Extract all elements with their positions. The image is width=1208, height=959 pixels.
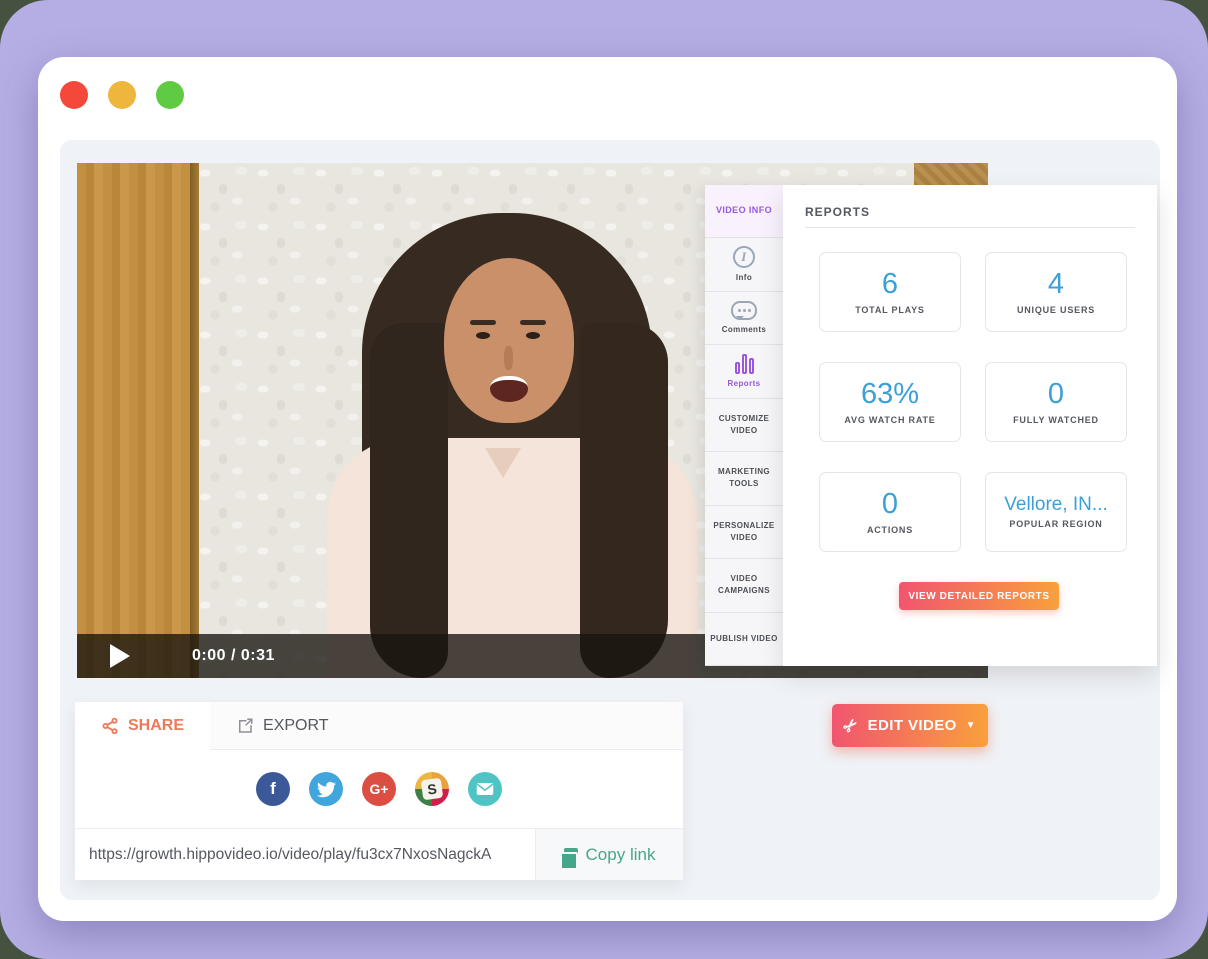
close-window-button[interactable] bbox=[60, 81, 88, 109]
edit-video-button[interactable]: ✂ EDIT VIDEO ▼ bbox=[832, 704, 988, 747]
sidebar-item-reports[interactable]: Reports bbox=[705, 345, 783, 398]
facebook-icon[interactable]: f bbox=[256, 772, 290, 806]
stats-grid: 6 TOTAL PLAYS 4 UNIQUE USERS 63% AVG WAT… bbox=[819, 252, 1157, 552]
sidebar-item-video-info[interactable]: VIDEO INFO bbox=[705, 185, 783, 238]
fully-watched-label: FULLY WATCHED bbox=[1013, 415, 1099, 425]
copy-icon bbox=[564, 848, 578, 862]
video-scene-door-frame bbox=[190, 163, 199, 678]
avg-watch-rate-value: 63% bbox=[861, 379, 919, 411]
total-plays-label: TOTAL PLAYS bbox=[855, 305, 924, 315]
popular-region-value: Vellore, IN... bbox=[1004, 495, 1108, 516]
comments-icon bbox=[731, 301, 757, 320]
sidebar-item-comments[interactable]: Comments bbox=[705, 292, 783, 345]
tab-export[interactable]: EXPORT bbox=[210, 702, 355, 749]
purple-backdrop: 0:00 / 0:31 VIDEO INFO i Info Comments R… bbox=[0, 0, 1208, 959]
sidebar-item-video-campaigns[interactable]: VIDEO CAMPAIGNS bbox=[705, 559, 783, 612]
unique-users-label: UNIQUE USERS bbox=[1017, 305, 1095, 315]
share-icon bbox=[101, 717, 119, 735]
reports-divider bbox=[805, 227, 1135, 228]
view-detailed-reports-button[interactable]: VIEW DETAILED REPORTS bbox=[899, 582, 1059, 610]
stat-card-popular-region: Vellore, IN... POPULAR REGION bbox=[985, 472, 1127, 552]
reports-bar-chart-icon bbox=[735, 354, 754, 374]
twitter-icon[interactable] bbox=[309, 772, 343, 806]
reports-panel-title: REPORTS bbox=[805, 205, 1135, 219]
video-time-display: 0:00 / 0:31 bbox=[192, 647, 275, 665]
sidebar-item-customize-video[interactable]: CUSTOMIZE VIDEO bbox=[705, 399, 783, 452]
reports-panel: REPORTS 6 TOTAL PLAYS 4 UNIQUE USERS 63%… bbox=[783, 185, 1157, 666]
total-plays-value: 6 bbox=[882, 269, 898, 301]
stat-card-avg-watch-rate: 63% AVG WATCH RATE bbox=[819, 362, 961, 442]
popular-region-label: POPULAR REGION bbox=[1009, 519, 1102, 529]
slack-icon[interactable]: S bbox=[415, 772, 449, 806]
unique-users-value: 4 bbox=[1048, 269, 1064, 301]
share-url-input[interactable] bbox=[75, 829, 535, 880]
stat-card-total-plays: 6 TOTAL PLAYS bbox=[819, 252, 961, 332]
export-icon bbox=[236, 717, 254, 735]
actions-label: ACTIONS bbox=[867, 525, 913, 535]
chevron-down-icon: ▼ bbox=[966, 720, 976, 731]
scissors-icon: ✂ bbox=[839, 713, 864, 738]
share-panel: SHARE EXPORT f bbox=[75, 702, 683, 880]
social-share-row: f G+ S bbox=[75, 750, 683, 828]
avg-watch-rate-label: AVG WATCH RATE bbox=[844, 415, 935, 425]
maximize-window-button[interactable] bbox=[156, 81, 184, 109]
video-info-sidebar: VIDEO INFO i Info Comments Reports CUSTO… bbox=[705, 185, 783, 666]
actions-value: 0 bbox=[882, 489, 898, 521]
sidebar-item-publish-video[interactable]: PUBLISH VIDEO bbox=[705, 613, 783, 666]
sidebar-item-info[interactable]: i Info bbox=[705, 238, 783, 291]
email-icon[interactable] bbox=[468, 772, 502, 806]
info-icon: i bbox=[733, 246, 755, 268]
stat-card-actions: 0 ACTIONS bbox=[819, 472, 961, 552]
fully-watched-value: 0 bbox=[1048, 379, 1064, 411]
copy-link-button[interactable]: Copy link bbox=[535, 829, 683, 880]
tab-share[interactable]: SHARE bbox=[75, 702, 210, 750]
sidebar-item-personalize-video[interactable]: PERSONALIZE VIDEO bbox=[705, 506, 783, 559]
share-url-row: Copy link bbox=[75, 828, 683, 880]
stat-card-unique-users: 4 UNIQUE USERS bbox=[985, 252, 1127, 332]
google-plus-icon[interactable]: G+ bbox=[362, 772, 396, 806]
video-scene-person bbox=[292, 203, 722, 678]
sidebar-item-marketing-tools[interactable]: MARKETING TOOLS bbox=[705, 452, 783, 505]
window-controls bbox=[60, 81, 184, 109]
app-window: 0:00 / 0:31 VIDEO INFO i Info Comments R… bbox=[38, 57, 1177, 921]
stat-card-fully-watched: 0 FULLY WATCHED bbox=[985, 362, 1127, 442]
play-button[interactable] bbox=[110, 644, 130, 668]
share-tab-bar: SHARE EXPORT bbox=[75, 702, 683, 750]
video-scene-door bbox=[77, 163, 190, 678]
minimize-window-button[interactable] bbox=[108, 81, 136, 109]
